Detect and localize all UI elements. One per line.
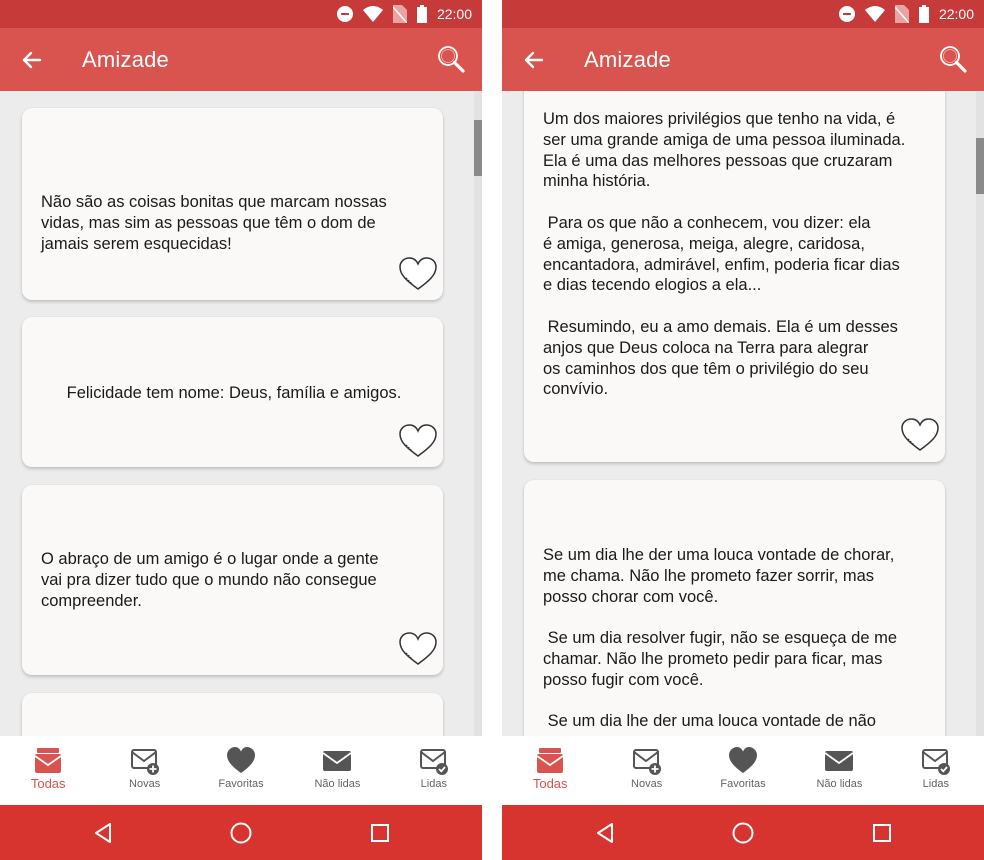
message-text: Não são as coisas bonitas que marcam nos… (41, 193, 387, 253)
message-text: O abraço de um amigo é o lugar onde a ge… (41, 550, 379, 610)
recents-square-icon[interactable] (870, 821, 894, 845)
nav-tab-novas[interactable]: Novas (598, 736, 694, 805)
heart-icon (227, 747, 256, 773)
nav-tab-todas[interactable]: Todas (502, 736, 598, 805)
status-time: 22:00 (436, 6, 472, 22)
search-icon[interactable] (436, 44, 466, 74)
nav-label: Lidas (420, 778, 447, 790)
page-title: Amizade (584, 47, 671, 72)
nav-tab-nao-lidas[interactable]: Não lidas (791, 736, 887, 805)
message-text: Um dos maiores privilégios que tenho na … (543, 110, 906, 399)
scrollbar-thumb[interactable] (474, 120, 482, 177)
scrollbar[interactable] (976, 91, 984, 736)
heart-outline-icon[interactable] (397, 423, 439, 459)
home-circle-icon[interactable] (229, 821, 253, 845)
message-card[interactable]: Um dos maiores privilégios que tenho na … (524, 91, 945, 462)
no-sim-icon (894, 5, 909, 23)
message-card[interactable]: Não são as coisas bonitas que marcam nos… (22, 108, 443, 300)
system-nav-bar (502, 805, 984, 860)
mail-plus-icon (130, 749, 159, 775)
nav-label: Novas (129, 778, 161, 790)
phone-screen-right: 22:00 Amizade Um dos maiores privilégios… (502, 0, 984, 860)
message-card[interactable] (22, 693, 443, 736)
heart-icon (729, 747, 758, 773)
nav-tab-favoritas[interactable]: Favoritas (695, 736, 791, 805)
do-not-disturb-icon (838, 6, 855, 22)
mail-stack-icon (536, 748, 564, 773)
back-triangle-icon[interactable] (91, 821, 115, 845)
nav-label: Favoritas (720, 778, 766, 790)
nav-label: Não lidas (314, 778, 361, 790)
no-sim-icon (392, 5, 407, 23)
arrow-left-icon[interactable] (18, 46, 46, 74)
message-card[interactable]: Se um dia lhe der uma louca vontade de c… (524, 480, 945, 736)
message-text: Se um dia lhe der uma louca vontade de c… (543, 546, 898, 731)
nav-tab-lidas[interactable]: Lidas (386, 736, 482, 805)
page-title: Amizade (82, 47, 169, 72)
mail-check-icon (419, 749, 448, 775)
message-text: Felicidade tem nome: Deus, família e ami… (66, 384, 402, 402)
nav-tab-favoritas[interactable]: Favoritas (193, 736, 289, 805)
status-bar: 22:00 (0, 0, 482, 28)
nav-label: Novas (631, 778, 663, 790)
message-list[interactable]: Não são as coisas bonitas que marcam nos… (0, 91, 482, 736)
battery-icon (918, 5, 929, 23)
mail-check-icon (921, 749, 950, 775)
scrollbar-thumb[interactable] (976, 138, 984, 195)
nav-tab-nao-lidas[interactable]: Não lidas (289, 736, 385, 805)
bottom-nav: Todas Novas Favoritas Não lidas Lidas (502, 736, 984, 805)
do-not-disturb-icon (336, 6, 353, 22)
nav-tab-novas[interactable]: Novas (96, 736, 192, 805)
nav-label: Favoritas (218, 778, 264, 790)
arrow-left-icon[interactable] (520, 46, 548, 74)
nav-tab-todas[interactable]: Todas (0, 736, 96, 805)
phone-screen-left: 22:00 Amizade Não são as coisas bonitas … (0, 0, 482, 860)
mail-plus-icon (632, 749, 661, 775)
back-triangle-icon[interactable] (593, 821, 617, 845)
scrollbar[interactable] (474, 91, 482, 736)
recents-square-icon[interactable] (368, 821, 392, 845)
search-icon[interactable] (938, 44, 968, 74)
mail-stack-icon (34, 748, 62, 773)
heart-outline-icon[interactable] (899, 417, 941, 453)
mail-closed-icon (322, 751, 352, 771)
home-circle-icon[interactable] (731, 821, 755, 845)
battery-icon (416, 5, 427, 23)
heart-outline-icon[interactable] (397, 631, 439, 667)
message-card[interactable]: Felicidade tem nome: Deus, família e ami… (22, 317, 443, 467)
system-nav-bar (0, 805, 482, 860)
nav-label: Lidas (922, 778, 949, 790)
nav-label: Todas (532, 776, 568, 791)
status-bar: 22:00 (502, 0, 984, 28)
app-bar: Amizade (502, 28, 984, 91)
wifi-icon (864, 6, 885, 22)
nav-label: Não lidas (816, 778, 863, 790)
status-time: 22:00 (938, 6, 974, 22)
message-list[interactable]: Um dos maiores privilégios que tenho na … (502, 91, 984, 736)
mail-closed-icon (824, 751, 854, 771)
message-card[interactable]: O abraço de um amigo é o lugar onde a ge… (22, 485, 443, 675)
heart-outline-icon[interactable] (397, 256, 439, 292)
nav-label: Todas (30, 776, 66, 791)
app-bar: Amizade (0, 28, 482, 91)
bottom-nav: Todas Novas Favoritas Não lidas Lidas (0, 736, 482, 805)
wifi-icon (362, 6, 383, 22)
nav-tab-lidas[interactable]: Lidas (888, 736, 984, 805)
